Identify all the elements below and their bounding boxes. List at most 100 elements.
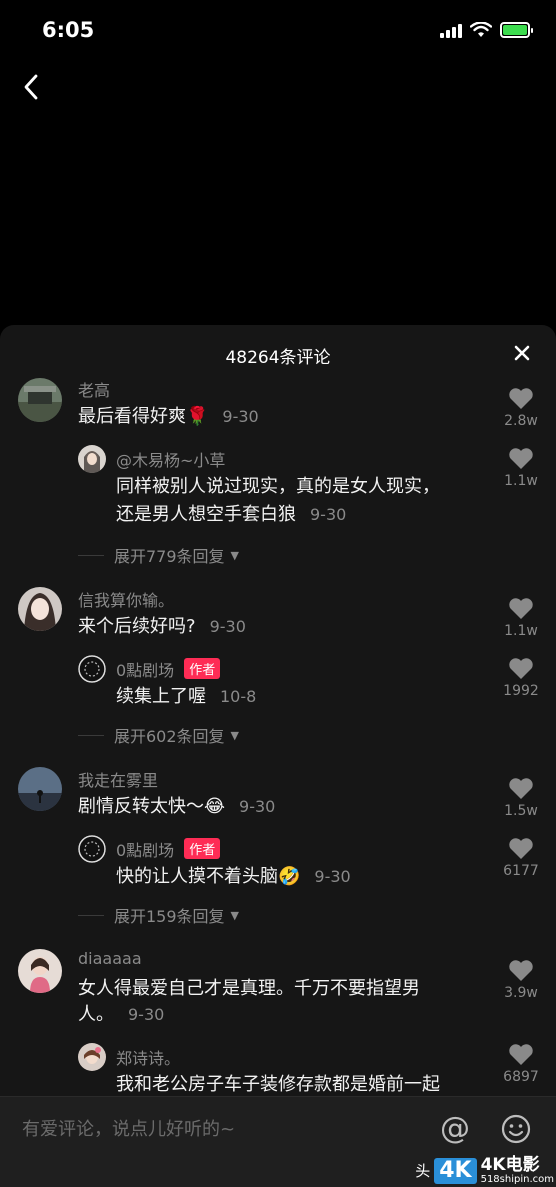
like-button[interactable]: 3.9w — [498, 959, 544, 1001]
heart-icon — [509, 598, 533, 619]
reply-body: 还是男人想空手套白狼 — [116, 504, 296, 525]
avatar[interactable] — [18, 587, 62, 631]
reply-username[interactable]: 郑诗诗。 — [116, 1045, 180, 1069]
divider — [78, 914, 104, 916]
author-badge: 作者 — [184, 658, 221, 679]
like-count: 1.5w — [504, 803, 538, 819]
status-icons — [440, 22, 533, 38]
divider — [78, 734, 104, 736]
reply-time: 9-30 — [310, 505, 347, 524]
like-count: 1.1w — [504, 623, 538, 639]
avatar[interactable] — [18, 378, 62, 422]
watermark-brand-block: 4K电影 518shipin.com — [480, 1154, 554, 1185]
like-button[interactable]: 1.5w — [498, 777, 544, 819]
reply-username-text: 0點剧场 — [116, 841, 175, 860]
like-count: 1.1w — [504, 473, 538, 489]
like-button[interactable]: 2.8w — [498, 387, 544, 429]
like-button[interactable]: 6177 — [498, 837, 544, 879]
comments-panel: 48264条评论 老高 最后看得好爽🌹 9-30 2.8w @木易杨~小草 同样被… — [0, 325, 556, 1186]
expand-label: 展开159条回复 — [114, 907, 225, 926]
reply-text[interactable]: 快的让人摸不着头脑🤣 9-30 — [116, 863, 351, 891]
comment-text[interactable]: 人。 9-30 — [78, 1001, 164, 1029]
heart-icon — [509, 658, 533, 679]
watermark-brand: 4K电影 — [480, 1154, 540, 1175]
reply-avatar[interactable] — [78, 655, 106, 683]
like-count: 6177 — [503, 863, 539, 879]
comment-input[interactable]: 有爱评论，说点儿好听的~ — [22, 1115, 235, 1141]
caret-down-icon: ▼ — [230, 908, 240, 922]
comment-text[interactable]: 来个后续好吗? 9-30 — [78, 613, 246, 641]
comment-body: 来个后续好吗? — [78, 616, 196, 637]
comment-body: 人。 — [78, 1004, 114, 1025]
reply-body: 快的让人摸不着头脑🤣 — [116, 866, 301, 887]
heart-icon — [509, 838, 533, 859]
author-badge: 作者 — [184, 838, 221, 859]
like-button[interactable]: 6897 — [498, 1043, 544, 1085]
battery-charging-icon — [500, 22, 533, 38]
chevron-left-icon[interactable] — [14, 68, 54, 108]
comment-body: 最后看得好爽🌹 — [78, 406, 209, 427]
watermark: 头 4K 4K电影 518shipin.com — [415, 1154, 554, 1185]
caret-down-icon: ▼ — [230, 728, 240, 742]
like-count: 6897 — [503, 1069, 539, 1085]
comment-username[interactable]: diaaaaa — [78, 949, 142, 968]
comment-time: 9-30 — [222, 407, 259, 426]
like-count: 3.9w — [504, 985, 538, 1001]
comment-time: 9-30 — [128, 1005, 165, 1024]
like-button[interactable]: 1.1w — [498, 597, 544, 639]
avatar[interactable] — [18, 949, 62, 993]
reply-time: 10-8 — [220, 687, 257, 706]
avatar[interactable] — [18, 767, 62, 811]
expand-replies-button[interactable]: 展开159条回复 ▼ — [78, 903, 239, 927]
reply-username[interactable]: @木易杨~小草 — [116, 447, 225, 471]
comment-body: 剧情反转太快～😂 — [78, 796, 226, 817]
comment-username[interactable]: 信我算你输。 — [78, 587, 174, 611]
status-time: 6:05 — [42, 18, 95, 42]
expand-label: 展开779条回复 — [114, 547, 225, 566]
signal-icon — [440, 22, 462, 38]
reply-username[interactable]: 0點剧场 作者 — [116, 837, 221, 861]
reply-username[interactable]: 0點剧场 作者 — [116, 657, 221, 681]
reply-text[interactable]: 续集上了喔 10-8 — [116, 683, 256, 711]
reply-time: 9-30 — [314, 867, 351, 886]
like-button[interactable]: 1992 — [498, 657, 544, 699]
heart-icon — [509, 1044, 533, 1065]
heart-icon — [509, 448, 533, 469]
close-icon[interactable] — [508, 339, 536, 367]
expand-label: 展开602条回复 — [114, 727, 225, 746]
status-bar: 6:05 — [0, 0, 556, 62]
reply-avatar[interactable] — [78, 835, 106, 863]
reply-text[interactable]: 还是男人想空手套白狼 9-30 — [116, 501, 346, 529]
heart-icon — [509, 388, 533, 409]
reply-avatar[interactable] — [78, 445, 106, 473]
comment-time: 9-30 — [239, 797, 276, 816]
reply-text-line1[interactable]: 同样被别人说过现实，真的是女人现实， — [116, 473, 440, 501]
heart-icon — [509, 778, 533, 799]
comment-text-line1[interactable]: 女人得最爱自己才是真理。千万不要指望男 — [78, 975, 420, 1003]
like-button[interactable]: 1.1w — [498, 447, 544, 489]
watermark-badge: 4K — [439, 1157, 472, 1183]
mention-button[interactable]: @ — [440, 1111, 470, 1146]
like-count: 2.8w — [504, 413, 538, 429]
comment-text[interactable]: 最后看得好爽🌹 9-30 — [78, 403, 259, 431]
reply-avatar[interactable] — [78, 1043, 106, 1071]
wifi-icon — [470, 22, 492, 37]
comment-text[interactable]: 剧情反转太快～😂 9-30 — [78, 793, 275, 821]
watermark-site: 518shipin.com — [480, 1173, 554, 1185]
expand-replies-button[interactable]: 展开779条回复 ▼ — [78, 543, 239, 567]
caret-down-icon: ▼ — [230, 548, 240, 562]
comment-username[interactable]: 我走在雾里 — [78, 767, 158, 791]
smiley-icon[interactable] — [500, 1113, 532, 1145]
comment-username[interactable]: 老高 — [78, 377, 110, 401]
divider — [78, 554, 104, 556]
comment-input-bar: 有爱评论，说点儿好听的~ @ 头 4K 4K电影 518shipin.com — [0, 1096, 556, 1187]
reply-username-text: 0點剧场 — [116, 661, 175, 680]
comment-time: 9-30 — [209, 617, 246, 636]
watermark-logo: 4K — [434, 1157, 477, 1184]
reply-body: 续集上了喔 — [116, 686, 206, 707]
watermark-partial-text: 头 — [415, 1162, 431, 1181]
like-count: 1992 — [503, 683, 539, 699]
reply-text[interactable]: 我和老公房子车子装修存款都是婚前一起 — [116, 1071, 440, 1099]
heart-icon — [509, 960, 533, 981]
expand-replies-button[interactable]: 展开602条回复 ▼ — [78, 723, 239, 747]
